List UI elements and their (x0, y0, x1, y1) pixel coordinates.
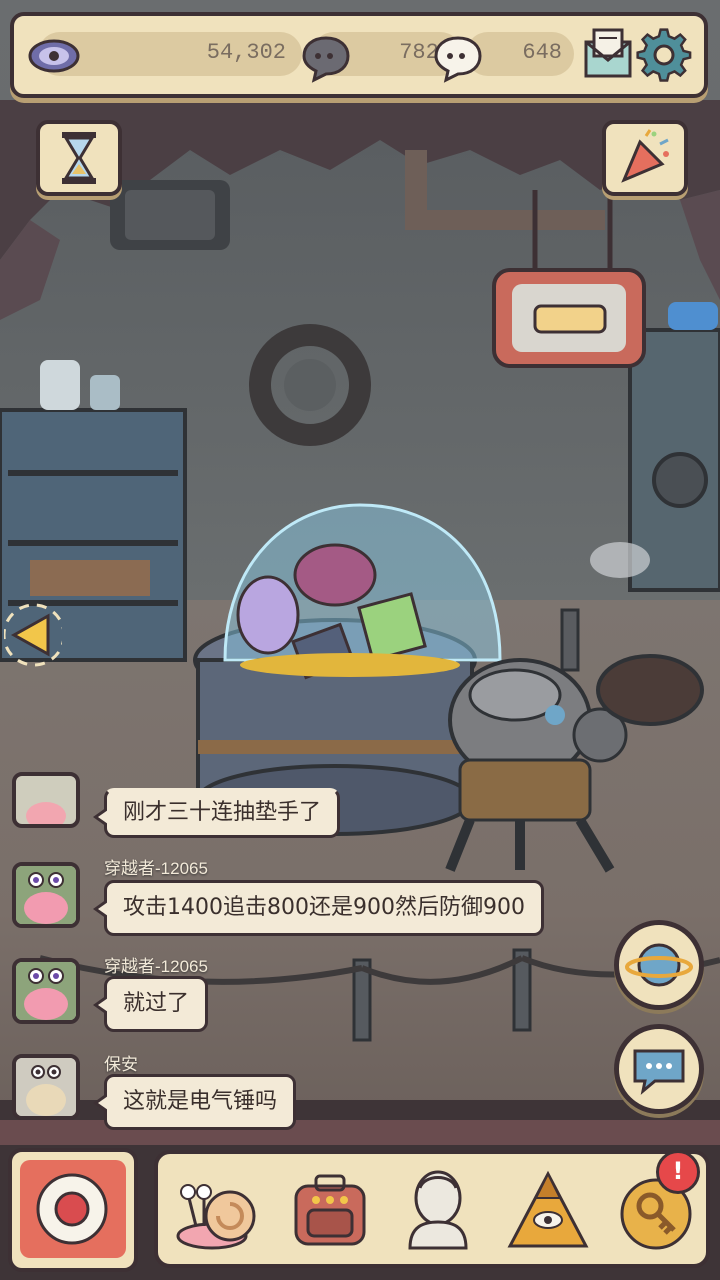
mail-icon[interactable] (580, 26, 636, 82)
hourglass-button[interactable] (36, 120, 122, 196)
gray-bubble-icon (302, 36, 350, 83)
chat-username: 穿越者-12065 (104, 859, 208, 878)
main-action-button[interactable] (8, 1148, 138, 1272)
notification-badge: ! (656, 1150, 700, 1194)
planet-icon (625, 943, 693, 987)
planet-button[interactable] (614, 920, 704, 1010)
snail-icon (176, 1184, 256, 1250)
chat-username: 穿越者-12065 (104, 957, 208, 976)
statue-icon (408, 1170, 468, 1250)
snail-avatar-icon (26, 802, 66, 824)
record-button-icon (20, 1160, 126, 1258)
left-arrow-button[interactable] (4, 598, 62, 672)
eye-amount: 54,302 (206, 40, 286, 65)
white-bubble-amount: 648 (522, 40, 562, 65)
chat-avatar[interactable] (12, 862, 80, 928)
chat-avatar[interactable] (12, 1054, 80, 1120)
chat-toggle-button[interactable] (614, 1024, 704, 1114)
snail-avatar-icon (16, 962, 76, 1020)
hourglass-icon (62, 132, 96, 184)
chat-bubble: 攻击1400追击800还是900然后防御900 (93, 880, 544, 936)
snail-avatar-icon (16, 1058, 76, 1116)
chat-avatar[interactable] (12, 958, 80, 1024)
dock-statue-button[interactable] (390, 1164, 486, 1258)
party-popper-icon (621, 129, 669, 183)
speech-bubble-icon (633, 1049, 685, 1095)
chat-username: 保安 (104, 1055, 138, 1074)
white-bubble-icon (434, 36, 482, 83)
eye-icon (28, 39, 80, 73)
dock-snail-button[interactable] (172, 1164, 268, 1258)
chat-bubble: 这就是电气锤吗 (92, 1074, 297, 1130)
dock-backpack-button[interactable] (282, 1164, 378, 1258)
settings-gear-icon[interactable] (636, 28, 692, 84)
chat-avatar[interactable] (12, 772, 80, 828)
resource-bar: 54,302 7824 648 (10, 12, 708, 98)
bottom-dock (154, 1150, 710, 1268)
snail-avatar-icon (16, 866, 76, 924)
pyramid-eye-icon (507, 1170, 589, 1248)
backpack-icon (294, 1174, 366, 1246)
chat-bubble: 就过了 (92, 976, 209, 1032)
chat-bubble: 刚才三十连抽垫手了 (92, 788, 341, 838)
dock-pyramid-button[interactable] (500, 1164, 596, 1258)
party-button[interactable] (602, 120, 688, 196)
